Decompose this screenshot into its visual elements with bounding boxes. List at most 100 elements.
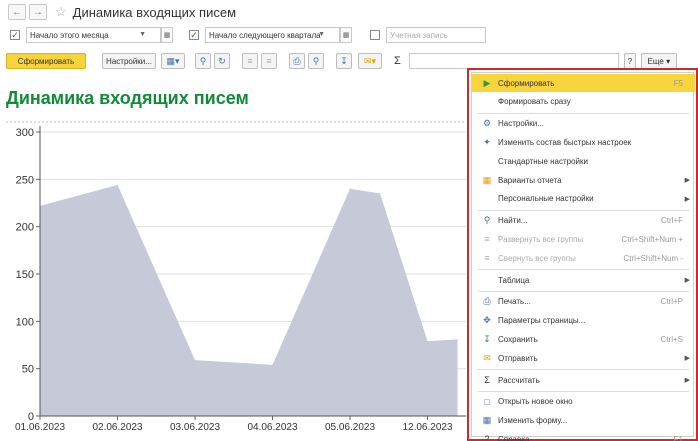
menu-item[interactable]: ▦ Изменить форму... [472, 412, 695, 430]
menu-separator [478, 369, 689, 370]
y-tick-label: 250 [16, 174, 34, 186]
report-variants-button[interactable]: ▦▾ [161, 53, 185, 69]
chevron-down-icon[interactable]: ▼ [139, 31, 146, 38]
expand-groups-button[interactable]: ≡ [242, 53, 258, 69]
menu-item-label: Отправить [498, 353, 538, 363]
menu-item[interactable]: □ Открыть новое окно [472, 393, 695, 411]
menu-separator [478, 390, 689, 392]
variants-icon: ▦▾ [166, 55, 180, 66]
menu-separator [478, 112, 689, 114]
menu-item[interactable]: Формировать сразу [472, 93, 695, 111]
y-tick-label: 200 [16, 222, 34, 234]
menu-item-shortcut: Ctrl+F [661, 216, 683, 226]
find-next-button[interactable]: ↻ [214, 53, 230, 69]
print-button[interactable]: ⎙ [289, 53, 305, 69]
menu-item-label: Печать... [498, 297, 531, 307]
search-input[interactable] [408, 53, 619, 69]
title-bar: ← → ☆ Динамика входящих писем [0, 0, 698, 24]
data-point [379, 193, 381, 195]
x-tick-label: 05.06.2023 [325, 422, 375, 433]
more-label: Еще [647, 56, 664, 66]
collapse-groups-button[interactable]: ≡ [261, 53, 277, 69]
save-button[interactable]: ↧ [336, 53, 352, 69]
data-point [117, 184, 118, 186]
expand-icon: ≡ [247, 56, 253, 66]
save-icon: ↧ [483, 333, 491, 344]
y-tick-label: 50 [22, 364, 34, 376]
y-tick-label: 150 [16, 269, 34, 281]
period-start-value: Начало этого месяца [30, 30, 109, 40]
more-button[interactable]: Еще ▾ [640, 53, 677, 69]
play-icon: ▶ [483, 77, 491, 88]
chevron-down-icon[interactable]: ▼ [318, 31, 325, 38]
menu-item[interactable]: ⚙ Настройки... [472, 115, 695, 133]
period-end-checkbox[interactable]: ✓ [189, 30, 199, 40]
find-button[interactable]: ⚲ [195, 53, 211, 69]
help-icon: ? [484, 434, 490, 441]
calendar-icon[interactable]: ▦ [161, 27, 173, 43]
menu-item-label: Стандартные настройки [498, 156, 588, 166]
sum-icon: Σ [484, 375, 490, 385]
menu-item[interactable]: ▦ Варианты отчета ▶ [472, 171, 695, 189]
help-button[interactable]: ? [623, 53, 636, 69]
account-checkbox[interactable] [370, 30, 380, 40]
menu-item[interactable]: ▶ Сформировать F5 [472, 74, 695, 92]
more-menu: ▶ Сформировать F5 Формировать сразу ⚙ Настрой… [467, 68, 698, 441]
menu-separator [478, 290, 689, 292]
menu-item[interactable]: Σ Рассчитать ▶ [472, 371, 695, 389]
menu-item-label: Справка [498, 434, 530, 441]
menu-item-shortcut: Ctrl+P [660, 297, 683, 307]
menu-item[interactable]: Стандартные настройки [472, 152, 695, 170]
forward-arrow-icon[interactable]: → [29, 4, 47, 20]
menu-item[interactable]: Таблица ▶ [472, 271, 695, 289]
menu-item[interactable]: ✥ Параметры страницы... [472, 312, 695, 330]
send-button[interactable]: ✉▾ [358, 53, 382, 69]
filter-bar: ✓ Начало этого месяца ▼ ▦ ✓ Начало следу… [0, 24, 698, 46]
area-series [40, 185, 458, 416]
collapse-icon: ≡ [266, 56, 272, 66]
y-tick-label: 100 [16, 316, 34, 328]
data-point [194, 359, 196, 361]
expand-icon: ≡ [484, 234, 490, 245]
settings-button[interactable]: Настройки... [102, 53, 156, 69]
settings-icon: ⚙ [482, 118, 492, 129]
menu-item[interactable]: ↧ Сохранить Ctrl+S [472, 330, 695, 348]
menu-item-label: Развернуть все группы [498, 234, 584, 244]
pin-icon: ✦ [483, 136, 491, 147]
menu-item-label: Найти... [498, 216, 528, 226]
star-icon[interactable]: ☆ [55, 4, 67, 20]
menu-item[interactable]: ? Справка F1 [472, 430, 695, 441]
preview-button[interactable]: ⚲ [308, 53, 324, 69]
menu-item[interactable]: ✉ Отправить ▶ [472, 349, 695, 367]
chevron-right-icon: ▶ [684, 177, 690, 184]
chevron-right-icon: ▶ [684, 195, 690, 203]
generate-button[interactable]: Сформировать [6, 53, 86, 69]
calendar-icon[interactable]: ▦ [340, 27, 352, 43]
menu-item-shortcut: Ctrl+S [660, 334, 683, 344]
menu-item-label: Параметры страницы... [498, 316, 586, 326]
period-start-field[interactable]: Начало этого месяца ▼ [26, 27, 161, 43]
print-icon: ⎙ [293, 55, 301, 66]
menu-item[interactable]: Персональные настройки ▶ [472, 190, 695, 208]
menu-item-label: Изменить форму... [498, 416, 568, 426]
menu-item-label: Свернуть все группы [498, 253, 576, 263]
menu-item[interactable]: ✦ Изменить состав быстрых настроек [472, 133, 695, 151]
menu-item: ≡ Развернуть все группы Ctrl+Shift+Num + [472, 230, 695, 248]
send-icon: ✉ [483, 352, 491, 363]
period-end-value: Начало следующего квартала [209, 30, 321, 40]
account-field[interactable]: Учетная запись [386, 27, 486, 43]
send-icon: ✉▾ [363, 55, 377, 66]
period-end-field[interactable]: Начало следующего квартала ▼ [205, 27, 340, 43]
sum-icon[interactable]: Σ [394, 55, 401, 67]
menu-list: ▶ Сформировать F5 Формировать сразу ⚙ Настрой… [471, 72, 695, 441]
preview-icon: ⚲ [312, 55, 320, 66]
page-setup-icon: ✥ [483, 315, 491, 326]
menu-item[interactable]: ⚲ Найти... Ctrl+F [472, 212, 695, 230]
menu-item-shortcut: F1 [673, 434, 683, 441]
menu-item[interactable]: ⎙ Печать... Ctrl+P [472, 293, 695, 311]
back-arrow-icon[interactable]: ← [8, 4, 26, 20]
chevron-right-icon: ▶ [684, 277, 690, 284]
period-start-checkbox[interactable]: ✓ [10, 30, 20, 40]
data-point [349, 188, 351, 190]
chevron-right-icon: ▶ [684, 377, 690, 384]
